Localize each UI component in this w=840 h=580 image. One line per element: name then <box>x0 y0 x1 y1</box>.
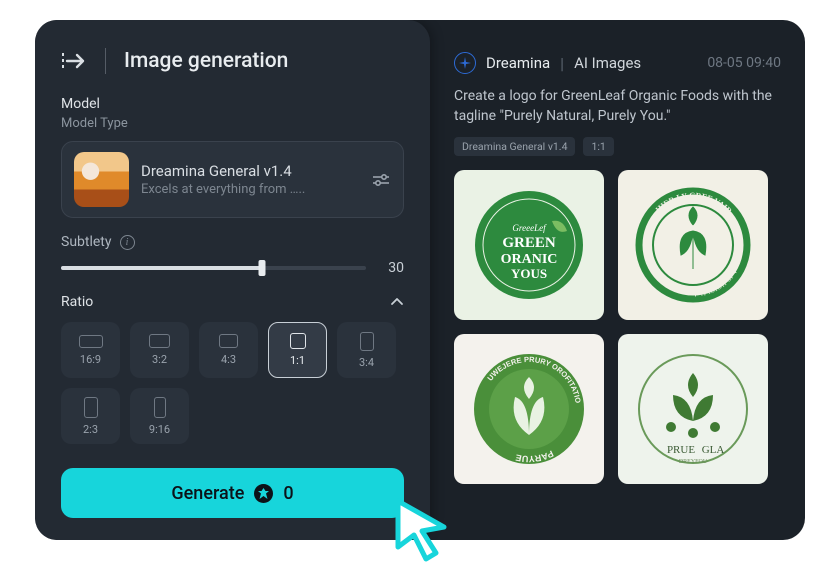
meta-chip: 1:1 <box>583 137 613 156</box>
ratio-option-3x2[interactable]: 3:2 <box>130 322 189 378</box>
subtlety-row: Subtlety i <box>61 234 404 250</box>
credits-gem-icon <box>254 484 273 503</box>
svg-text:DREYFOU: DREYFOU <box>679 459 708 465</box>
ratio-label: Ratio <box>61 294 93 310</box>
ratio-option-label: 4:3 <box>221 353 236 366</box>
generate-label: Generate <box>171 483 244 504</box>
generate-cost: 0 <box>283 483 293 504</box>
result-chips: Dreamina General v1.4 1:1 <box>454 137 781 156</box>
model-desc: Excels at everything from ….. <box>141 182 359 197</box>
subtlety-slider[interactable] <box>61 266 366 270</box>
ratio-option-label: 3:4 <box>359 356 374 369</box>
model-selector[interactable]: Dreamina General v1.4 Excels at everythi… <box>61 141 404 218</box>
ratio-box-icon <box>79 335 103 348</box>
model-section-label: Model <box>61 96 404 112</box>
model-name: Dreamina General v1.4 <box>141 162 359 180</box>
model-type-label: Model Type <box>61 116 404 131</box>
result-thumbnails: GreeeLef GREEN ORANIC YOUS HIER LY GREE … <box>454 170 781 484</box>
result-image-4[interactable]: PRUE GLA DREYFOU <box>618 334 768 484</box>
result-header: Dreamina | AI Images 08-05 09:40 <box>454 52 781 74</box>
ratio-box-icon <box>360 332 374 351</box>
result-image-1[interactable]: GreeeLef GREEN ORANIC YOUS <box>454 170 604 320</box>
ratio-option-9x16[interactable]: 9:16 <box>130 388 189 444</box>
svg-text:YOUS: YOUS <box>511 266 547 281</box>
svg-text:GREEN: GREEN <box>502 235 556 251</box>
meta-chip: Dreamina General v1.4 <box>454 137 575 156</box>
info-icon[interactable]: i <box>120 235 135 250</box>
ratio-option-label: 1:1 <box>290 354 305 367</box>
provider-name: Dreamina <box>486 54 550 72</box>
ratio-option-3x4[interactable]: 3:4 <box>337 322 396 378</box>
prompt-text: Create a logo for GreenLeaf Organic Food… <box>454 86 781 127</box>
ratio-option-label: 9:16 <box>149 423 170 436</box>
result-category: AI Images <box>574 54 641 72</box>
divider-pipe: | <box>560 54 564 73</box>
result-image-3[interactable]: UWEJERE PRURY OROFITATIO PARYUE <box>454 334 604 484</box>
ratio-box-icon <box>84 397 98 418</box>
ratio-option-2x3[interactable]: 2:3 <box>61 388 120 444</box>
model-thumbnail <box>74 152 129 207</box>
ratio-option-label: 2:3 <box>83 423 98 436</box>
panel-title: Image generation <box>124 49 288 73</box>
settings-sliders-icon[interactable] <box>371 170 391 190</box>
ratio-option-label: 3:2 <box>152 353 167 366</box>
ratio-header[interactable]: Ratio <box>61 294 404 310</box>
svg-text:PRUE: PRUE <box>667 444 695 456</box>
ratio-option-16x9[interactable]: 16:9 <box>61 322 120 378</box>
ratio-option-4x3[interactable]: 4:3 <box>199 322 258 378</box>
svg-text:GreeeLef: GreeeLef <box>512 223 547 233</box>
collapse-icon[interactable] <box>61 49 87 73</box>
header-divider <box>105 48 106 74</box>
svg-text:ORANIC: ORANIC <box>501 252 558 267</box>
svg-text:GLA: GLA <box>702 444 725 456</box>
results-pane: Dreamina | AI Images 08-05 09:40 Create … <box>430 20 805 540</box>
ratio-grid: 16:9 3:2 4:3 1:1 3:4 2:3 9:16 <box>61 322 404 444</box>
result-timestamp: 08-05 09:40 <box>707 55 781 71</box>
generate-button[interactable]: Generate 0 <box>61 468 404 518</box>
ratio-box-icon <box>154 397 166 418</box>
panel-header: Image generation <box>61 48 404 74</box>
provider-badge-icon <box>454 52 476 74</box>
ratio-box-icon <box>149 334 170 348</box>
ratio-box-icon <box>219 334 238 348</box>
generation-panel: Image generation Model Model Type Dreami… <box>35 20 430 540</box>
ratio-option-label: 16:9 <box>80 353 101 366</box>
result-image-2[interactable]: HIER LY GREE VAIR ★ IE HOICLU ★ <box>618 170 768 320</box>
subtlety-label: Subtlety <box>61 234 112 250</box>
model-info: Dreamina General v1.4 Excels at everythi… <box>141 162 359 197</box>
ratio-option-1x1[interactable]: 1:1 <box>268 322 327 378</box>
subtlety-value: 30 <box>380 260 404 276</box>
subtlety-slider-row: 30 <box>61 260 404 276</box>
ratio-box-icon <box>290 333 306 349</box>
chevron-up-icon <box>390 297 404 307</box>
